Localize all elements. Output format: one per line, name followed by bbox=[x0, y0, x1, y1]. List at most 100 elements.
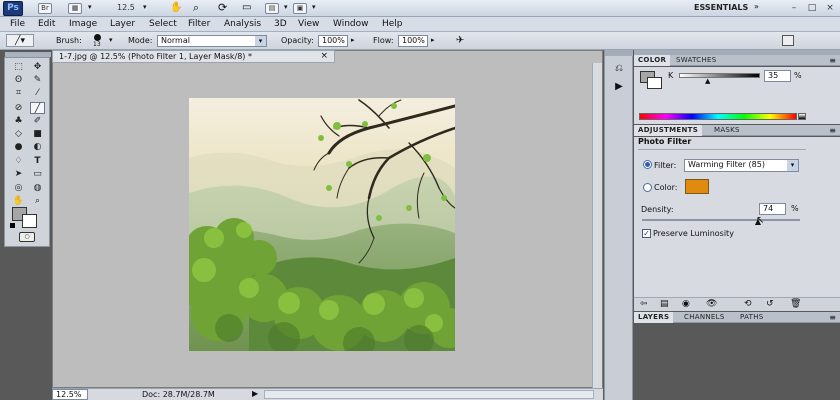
rotate-view-icon[interactable]: ⟳ bbox=[218, 1, 227, 14]
reset-icon[interactable]: ↺ bbox=[766, 299, 774, 309]
menu-window[interactable]: Window bbox=[333, 19, 369, 29]
history-panel-icon[interactable]: ⎌ bbox=[611, 62, 627, 75]
clip-to-layer-icon[interactable]: ◉ bbox=[682, 299, 690, 309]
marquee-tool-icon[interactable]: ⬚ bbox=[11, 61, 26, 73]
type-tool-icon[interactable]: T bbox=[30, 155, 45, 167]
eraser-tool-icon[interactable]: ◇ bbox=[11, 128, 26, 140]
screen-mode-icon[interactable]: ▣ bbox=[293, 3, 307, 14]
menu-view[interactable]: View bbox=[298, 19, 319, 29]
dropdown-arrow-icon[interactable]: ▾ bbox=[312, 3, 316, 11]
brush-tool-preset-icon[interactable]: ╱▾ bbox=[6, 34, 34, 47]
pen-tool-icon[interactable]: ♢ bbox=[11, 155, 26, 167]
zoom-tool-icon[interactable]: ⌕ bbox=[193, 1, 199, 15]
opacity-input[interactable]: 100% bbox=[318, 35, 348, 47]
menu-select[interactable]: Select bbox=[149, 19, 177, 29]
toolbox-collapse-icon[interactable] bbox=[5, 52, 51, 57]
brush-preview-icon[interactable] bbox=[94, 34, 101, 41]
blur-tool-icon[interactable]: ● bbox=[11, 141, 26, 153]
background-color-swatch[interactable] bbox=[22, 214, 37, 228]
quick-select-tool-icon[interactable]: ✎ bbox=[30, 74, 45, 86]
density-slider-track[interactable] bbox=[642, 219, 800, 221]
blend-mode-select[interactable]: Normal ▾ bbox=[157, 35, 267, 47]
panel-menu-icon[interactable]: ≡ bbox=[829, 125, 836, 136]
menu-layer[interactable]: Layer bbox=[110, 19, 135, 29]
3d-rotate-tool-icon[interactable]: ◎ bbox=[11, 182, 26, 194]
flow-input[interactable]: 100% bbox=[398, 35, 428, 47]
dock-collapse-bar[interactable] bbox=[605, 50, 633, 56]
move-tool-icon[interactable]: ✥ bbox=[30, 61, 45, 73]
delete-icon[interactable]: 🗑 bbox=[790, 299, 801, 309]
quick-mask-icon[interactable]: ○ bbox=[19, 232, 35, 242]
menu-filter[interactable]: Filter bbox=[188, 19, 210, 29]
panel-menu-icon[interactable]: ≡ bbox=[829, 55, 836, 66]
workspace-switcher[interactable]: ESSENTIALS bbox=[694, 3, 748, 12]
tab-swatches[interactable]: SWATCHES bbox=[672, 55, 721, 66]
shape-tool-icon[interactable]: ▭ bbox=[30, 168, 45, 180]
black-white-ramp[interactable] bbox=[798, 113, 806, 120]
default-colors-icon[interactable] bbox=[10, 223, 15, 228]
density-input[interactable]: 74 bbox=[759, 203, 786, 215]
gradient-tool-icon[interactable]: ■ bbox=[30, 128, 45, 140]
menu-3d[interactable]: 3D bbox=[274, 19, 287, 29]
lasso-tool-icon[interactable]: ʘ bbox=[11, 74, 26, 86]
eyedropper-tool-icon[interactable]: ⁄ bbox=[30, 87, 45, 99]
dropdown-arrow-icon[interactable]: ▸ bbox=[431, 36, 435, 44]
hand-tool-icon[interactable]: ✋ bbox=[11, 195, 26, 207]
clone-stamp-tool-icon[interactable]: ♣ bbox=[11, 115, 26, 127]
path-select-tool-icon[interactable]: ➤ bbox=[11, 168, 26, 180]
airbrush-icon[interactable]: ✈ bbox=[450, 34, 470, 47]
bridge-icon[interactable]: Br bbox=[38, 3, 52, 14]
close-button[interactable]: × bbox=[824, 3, 836, 13]
previous-state-icon[interactable]: ⟲ bbox=[744, 299, 752, 309]
dropdown-arrow-icon[interactable]: ▾ bbox=[88, 3, 92, 11]
horizontal-scrollbar[interactable] bbox=[264, 390, 594, 399]
zoom-level-display[interactable]: 12.5 bbox=[117, 3, 135, 12]
zoom-field[interactable]: 12.5% bbox=[52, 389, 88, 400]
k-slider-track[interactable] bbox=[679, 73, 760, 78]
vertical-scrollbar[interactable] bbox=[592, 63, 602, 388]
zoom-tool-icon[interactable]: ⌕ bbox=[30, 195, 45, 207]
menu-file[interactable]: File bbox=[10, 19, 25, 29]
ruler-icon[interactable]: ▭ bbox=[242, 2, 251, 13]
dropdown-arrow-icon[interactable]: ▾ bbox=[109, 36, 113, 44]
healing-brush-tool-icon[interactable]: ⊘ bbox=[11, 102, 26, 114]
actions-panel-icon[interactable]: ▶ bbox=[611, 80, 627, 93]
menu-edit[interactable]: Edit bbox=[38, 19, 55, 29]
chevron-right-icon[interactable]: » bbox=[754, 2, 759, 11]
background-color-swatch[interactable] bbox=[647, 77, 662, 89]
tab-layers[interactable]: LAYERS bbox=[634, 312, 674, 323]
hand-tool-icon[interactable]: ✋ bbox=[170, 2, 182, 13]
tab-paths[interactable]: PATHS bbox=[736, 312, 768, 323]
color-radio[interactable] bbox=[643, 183, 652, 192]
color-spectrum-ramp[interactable] bbox=[639, 113, 797, 120]
menu-help[interactable]: Help bbox=[382, 19, 403, 29]
dropdown-arrow-icon[interactable]: ▸ bbox=[351, 36, 355, 44]
preserve-luminosity-checkbox[interactable]: ✓ bbox=[642, 229, 651, 238]
document-tab[interactable]: 1-7.jpg @ 12.5% (Photo Filter 1, Layer M… bbox=[52, 50, 335, 63]
visibility-icon[interactable]: 👁 bbox=[706, 299, 717, 309]
crop-tool-icon[interactable]: ⌗ bbox=[11, 87, 26, 99]
arrange-documents-icon[interactable]: ▤ bbox=[265, 3, 279, 14]
dropdown-arrow-icon[interactable]: ▾ bbox=[143, 3, 147, 11]
k-slider-thumb[interactable]: ▲ bbox=[705, 77, 710, 85]
status-menu-arrow-icon[interactable]: ▶ bbox=[252, 389, 258, 398]
close-icon[interactable]: × bbox=[320, 51, 328, 62]
tab-adjustments[interactable]: ADJUSTMENTS bbox=[634, 125, 703, 136]
history-brush-tool-icon[interactable]: ✐ bbox=[30, 115, 45, 127]
dropdown-arrow-icon[interactable]: ▾ bbox=[284, 3, 288, 11]
filter-radio[interactable] bbox=[643, 160, 652, 169]
filter-color-swatch[interactable] bbox=[685, 179, 709, 194]
tab-color[interactable]: COLOR bbox=[634, 55, 671, 66]
minimize-button[interactable]: – bbox=[788, 3, 800, 13]
menu-image[interactable]: Image bbox=[69, 19, 97, 29]
maximize-button[interactable]: □ bbox=[806, 3, 818, 13]
mini-bridge-icon[interactable]: ▦ bbox=[68, 3, 82, 14]
return-to-list-icon[interactable]: ⇦ bbox=[640, 299, 648, 309]
brush-tool-icon[interactable]: ╱ bbox=[30, 102, 45, 114]
canvas-image[interactable] bbox=[189, 98, 455, 351]
k-value-input[interactable]: 35 bbox=[764, 70, 791, 82]
menu-analysis[interactable]: Analysis bbox=[224, 19, 261, 29]
expanded-view-icon[interactable]: ▤ bbox=[660, 299, 669, 309]
tab-channels[interactable]: CHANNELS bbox=[680, 312, 729, 323]
tab-masks[interactable]: MASKS bbox=[710, 125, 744, 136]
